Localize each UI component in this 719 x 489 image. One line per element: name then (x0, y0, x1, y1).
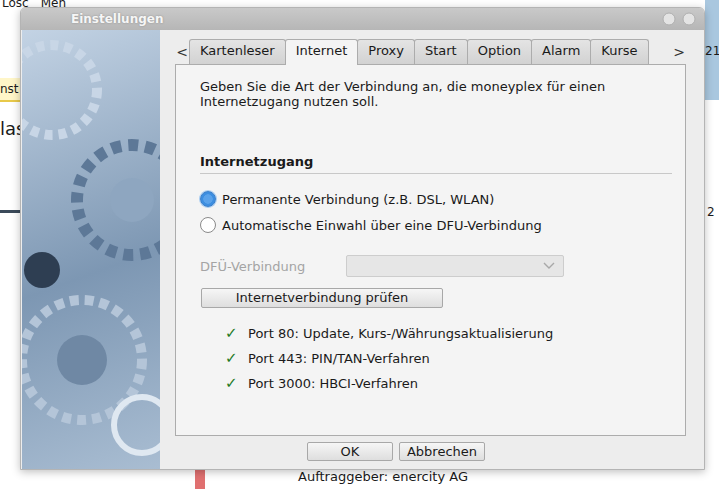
description: Geben Sie die Art der Verbindung an, die… (200, 79, 672, 109)
dial-up-label: DFÜ-Verbindung (200, 259, 346, 274)
tab[interactable]: Start (414, 39, 468, 64)
background-cell: 21 (705, 0, 719, 100)
check-icon: ✓ (225, 374, 239, 392)
dialog-button[interactable]: Abbrechen (399, 442, 485, 461)
background-cell: 2 (707, 205, 715, 219)
port-check: ✓ Port 80: Update, Kurs-/Währungsaktuali… (225, 324, 672, 342)
port-label: Port 80: Update, Kurs-/Währungsaktualisi… (248, 326, 553, 341)
tab[interactable]: Option (467, 39, 532, 64)
background-marker (195, 470, 205, 489)
title-bar[interactable]: Einstellungen (21, 8, 704, 30)
settings-area: < KartenleserInternetProxyStartOptionAla… (160, 30, 704, 469)
tab-scroll-right[interactable]: > (672, 40, 686, 64)
radio-label: Permanente Verbindung (z.B. DSL, WLAN) (222, 192, 494, 207)
tab-scroll-left[interactable]: < (175, 40, 189, 64)
tab[interactable]: Internet (285, 39, 359, 65)
check-icon: ✓ (225, 349, 239, 367)
description-line: Internetzugang nutzen soll. (200, 94, 672, 109)
port-label: Port 3000: HBCI-Verfahren (248, 376, 418, 391)
tab-panel: Geben Sie die Art der Verbindung an, die… (175, 64, 686, 436)
tab[interactable]: Alarm (531, 39, 591, 64)
tab[interactable]: Kurse (590, 39, 648, 64)
dialog-body: < KartenleserInternetProxyStartOptionAla… (21, 30, 704, 469)
gears-picture (22, 30, 160, 469)
background-field[interactable]: nst (0, 78, 20, 102)
minimize-icon[interactable] (662, 12, 676, 26)
connection-options: Permanente Verbindung (z.B. DSL, WLAN) A… (200, 190, 672, 234)
check-icon: ✓ (225, 324, 239, 342)
background-divider (0, 210, 20, 213)
dial-up-row: DFÜ-Verbindung (200, 255, 672, 277)
port-check: ✓ Port 3000: HBCI-Verfahren (225, 374, 672, 392)
dialog-button[interactable]: OK (307, 442, 393, 461)
background-column: 21 2 (705, 0, 719, 489)
window-title: Einstellungen (71, 12, 163, 26)
test-connection-button[interactable]: Internetverbindung prüfen (201, 288, 443, 308)
port-check: ✓ Port 443: PIN/TAN-Verfahren (225, 349, 672, 367)
radio-option[interactable]: Automatische Einwahl über eine DFU-Verbi… (200, 216, 672, 234)
window-controls (662, 12, 696, 26)
settings-dialog: Einstellungen < KartenleserInternetProxy… (20, 7, 705, 470)
close-icon[interactable] (682, 12, 696, 26)
chevron-down-icon (543, 262, 555, 270)
tab-list: KartenleserInternetProxyStartOptionAlarm… (189, 39, 672, 64)
radio-icon[interactable] (200, 217, 216, 233)
radio-option[interactable]: Permanente Verbindung (z.B. DSL, WLAN) (200, 190, 672, 208)
dialog-buttons: OK Abbrechen (175, 442, 686, 461)
tab-bar: < KartenleserInternetProxyStartOptionAla… (175, 38, 686, 64)
radio-icon[interactable] (200, 191, 216, 207)
description-line: Geben Sie die Art der Verbindung an, die… (200, 79, 672, 94)
dial-up-select (346, 255, 564, 277)
section-heading: Internetzugang (200, 154, 672, 174)
port-checks: ✓ Port 80: Update, Kurs-/Währungsaktuali… (225, 324, 672, 392)
radio-label: Automatische Einwahl über eine DFU-Verbi… (222, 218, 542, 233)
desktop: LöscMeh nst las 21 2 Auftraggeber: enerc… (0, 0, 719, 489)
port-label: Port 443: PIN/TAN-Verfahren (248, 351, 430, 366)
gears-icon (22, 30, 160, 468)
tab[interactable]: Kartenleser (189, 39, 286, 64)
background-detail: Auftraggeber: enercity AG (298, 469, 468, 484)
tab[interactable]: Proxy (357, 39, 415, 64)
